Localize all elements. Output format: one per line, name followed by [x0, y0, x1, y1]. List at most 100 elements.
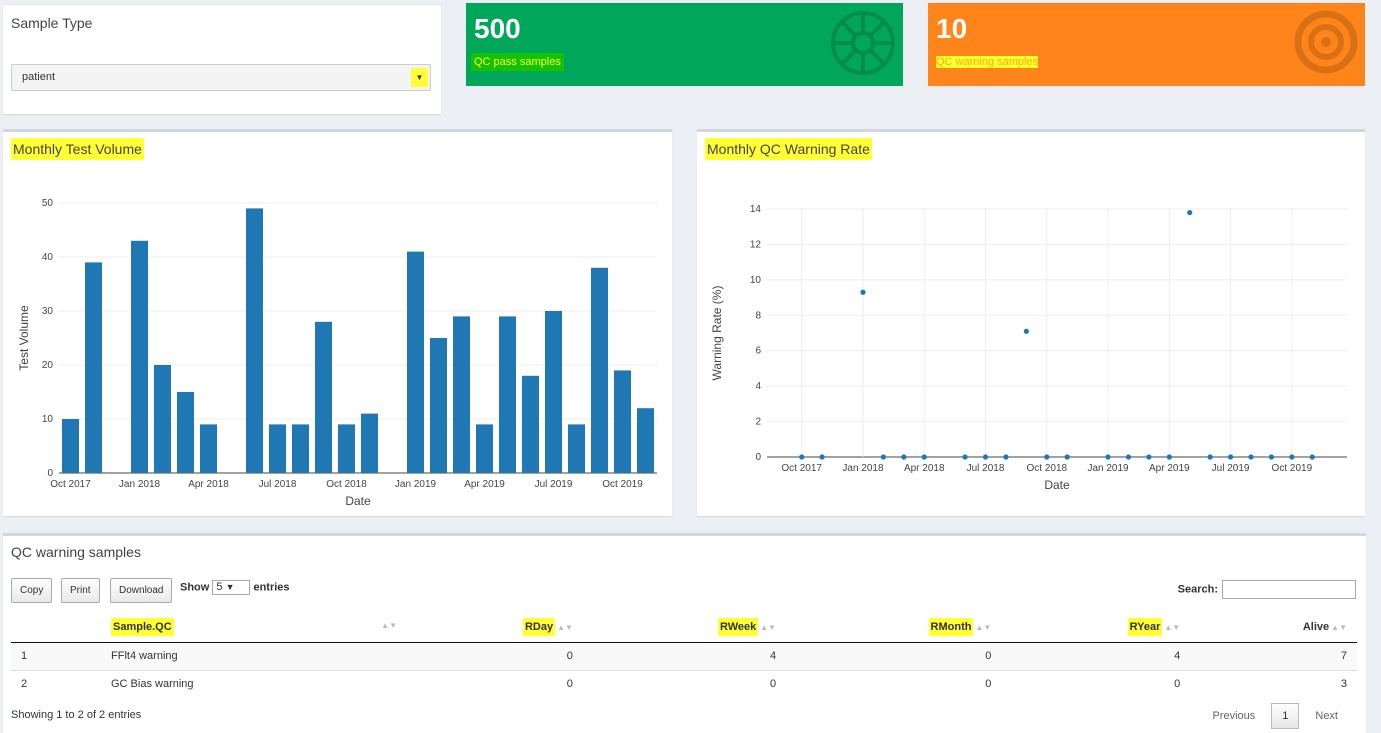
data-point — [1003, 454, 1009, 460]
sort-icon: ▲▼ — [1164, 623, 1181, 633]
x-tick-label: Jan 2018 — [119, 479, 161, 490]
sort-icon: ▲▼ — [557, 623, 573, 633]
y-tick-label: 10 — [750, 275, 762, 286]
print-button[interactable]: Print — [61, 578, 100, 603]
table-row[interactable]: 2 GC Bias warning 0 0 0 0 3 — [11, 669, 1357, 698]
next-page-button[interactable]: Next — [1307, 704, 1346, 728]
x-tick-label: Apr 2019 — [1149, 463, 1190, 474]
bar — [499, 316, 516, 473]
bar — [407, 251, 424, 473]
x-tick-label: Oct 2018 — [1026, 463, 1067, 474]
y-tick-label: 0 — [47, 468, 53, 479]
download-button[interactable]: Download — [110, 578, 173, 603]
bar — [361, 413, 378, 473]
show-label: Show — [180, 581, 210, 594]
x-tick-label: Oct 2019 — [1272, 463, 1313, 474]
data-point — [1064, 454, 1070, 460]
data-point — [1166, 454, 1172, 460]
x-tick-label: Oct 2019 — [602, 479, 643, 490]
copy-button[interactable]: Copy — [11, 578, 53, 603]
page-length-select[interactable]: 5 ▼ — [212, 580, 251, 595]
x-tick-label: Apr 2018 — [188, 479, 229, 490]
cell-rweek: 4 — [582, 641, 787, 670]
x-axis-title: Date — [1044, 478, 1070, 492]
bar — [522, 375, 539, 473]
entries-label: entries — [253, 581, 290, 594]
sort-icon: ▲▼ — [975, 623, 992, 633]
y-axis-title: Warning Rate (%) — [710, 286, 724, 381]
search-input[interactable] — [1222, 580, 1356, 599]
data-point — [901, 454, 907, 460]
x-tick-label: Jan 2018 — [842, 463, 884, 474]
column-header-index[interactable] — [11, 613, 101, 643]
data-point — [1146, 454, 1152, 460]
cell-rweek: 0 — [582, 669, 787, 698]
page-1-button[interactable]: 1 — [1271, 703, 1300, 729]
bar — [338, 424, 355, 473]
x-tick-label: Jul 2018 — [259, 479, 297, 490]
column-header-alive[interactable]: Alive ▲▼ — [1190, 613, 1357, 643]
y-tick-label: 40 — [42, 252, 54, 263]
sample-type-select[interactable]: patient ▼ — [11, 64, 431, 91]
table-info: Showing 1 to 2 of 2 entries — [11, 709, 142, 721]
y-tick-label: 6 — [755, 346, 761, 357]
y-tick-label: 12 — [750, 239, 762, 250]
bar — [200, 424, 217, 473]
table-box-title: QC warning samples — [11, 544, 141, 560]
chevron-down-icon: ▼ — [225, 582, 235, 592]
column-header-rday[interactable]: RDay ▲▼ — [401, 613, 583, 643]
data-point — [1227, 454, 1234, 460]
bar — [177, 392, 194, 473]
y-tick-label: 50 — [42, 198, 54, 209]
data-point — [921, 454, 927, 460]
table-row[interactable]: 1 FFlt4 warning 0 4 0 4 7 — [11, 641, 1357, 670]
bar — [637, 408, 654, 473]
y-tick-label: 4 — [755, 381, 761, 392]
bar — [545, 311, 562, 473]
data-point — [1309, 454, 1315, 460]
data-point — [1105, 454, 1111, 460]
data-point — [1248, 454, 1254, 460]
cell-rday: 0 — [401, 669, 583, 698]
qc-pass-count: 500 — [474, 13, 521, 44]
table-header-row: Sample.QC ▲▼ RDay ▲▼ RWeek ▲▼ RMonth ▲▼ RYea… — [11, 613, 1357, 643]
search-label: Search: — [1177, 583, 1218, 596]
chevron-down-icon[interactable]: ▼ — [411, 68, 428, 87]
data-point — [860, 289, 866, 295]
data-point — [1023, 328, 1029, 334]
bar — [476, 424, 493, 473]
page-length-value: 5 — [216, 581, 223, 593]
column-header-sample-qc[interactable]: Sample.QC ▲▼ — [101, 613, 401, 643]
qc-warning-valuebox: 10 QC warning samples — [928, 3, 1365, 86]
bar — [269, 424, 286, 473]
sort-icon: ▲▼ — [1331, 623, 1347, 633]
qc-warning-table: Sample.QC ▲▼ RDay ▲▼ RWeek ▲▼ RMonth ▲▼ RYea… — [11, 613, 1357, 698]
test-volume-chart: 0 10 20 30 40 50 Oct 2017 Jan 2018 Apr 2018 Jul 2… — [17, 198, 657, 508]
column-header-rmonth[interactable]: RMonth ▲▼ — [786, 613, 1002, 643]
qc-warning-count: 10 — [936, 13, 968, 44]
x-tick-label: Jul 2019 — [535, 479, 573, 490]
cell-rday: 0 — [401, 641, 583, 670]
x-tick-label: Apr 2018 — [904, 463, 945, 474]
bar — [568, 424, 585, 473]
x-axis-title: Date — [345, 494, 371, 508]
bar — [614, 370, 631, 473]
x-tick-label: Oct 2017 — [781, 463, 822, 474]
y-tick-label: 2 — [755, 417, 761, 428]
data-point — [962, 454, 968, 460]
data-point — [982, 454, 989, 460]
data-point — [1187, 209, 1193, 216]
cell-ryear: 0 — [1001, 669, 1191, 698]
data-point — [1125, 454, 1132, 460]
y-tick-label: 14 — [750, 204, 762, 215]
column-header-ryear[interactable]: RYear ▲▼ — [1001, 613, 1191, 643]
bar — [85, 262, 102, 473]
y-tick-label: 10 — [42, 414, 54, 425]
bar — [430, 338, 447, 473]
sample-type-value: patient — [22, 71, 56, 83]
cell-index: 2 — [11, 669, 101, 698]
previous-page-button[interactable]: Previous — [1204, 704, 1263, 728]
sort-icon: ▲▼ — [381, 621, 397, 631]
column-header-rweek[interactable]: RWeek ▲▼ — [582, 613, 787, 643]
qc-warning-label: QC warning samples — [936, 56, 1039, 68]
